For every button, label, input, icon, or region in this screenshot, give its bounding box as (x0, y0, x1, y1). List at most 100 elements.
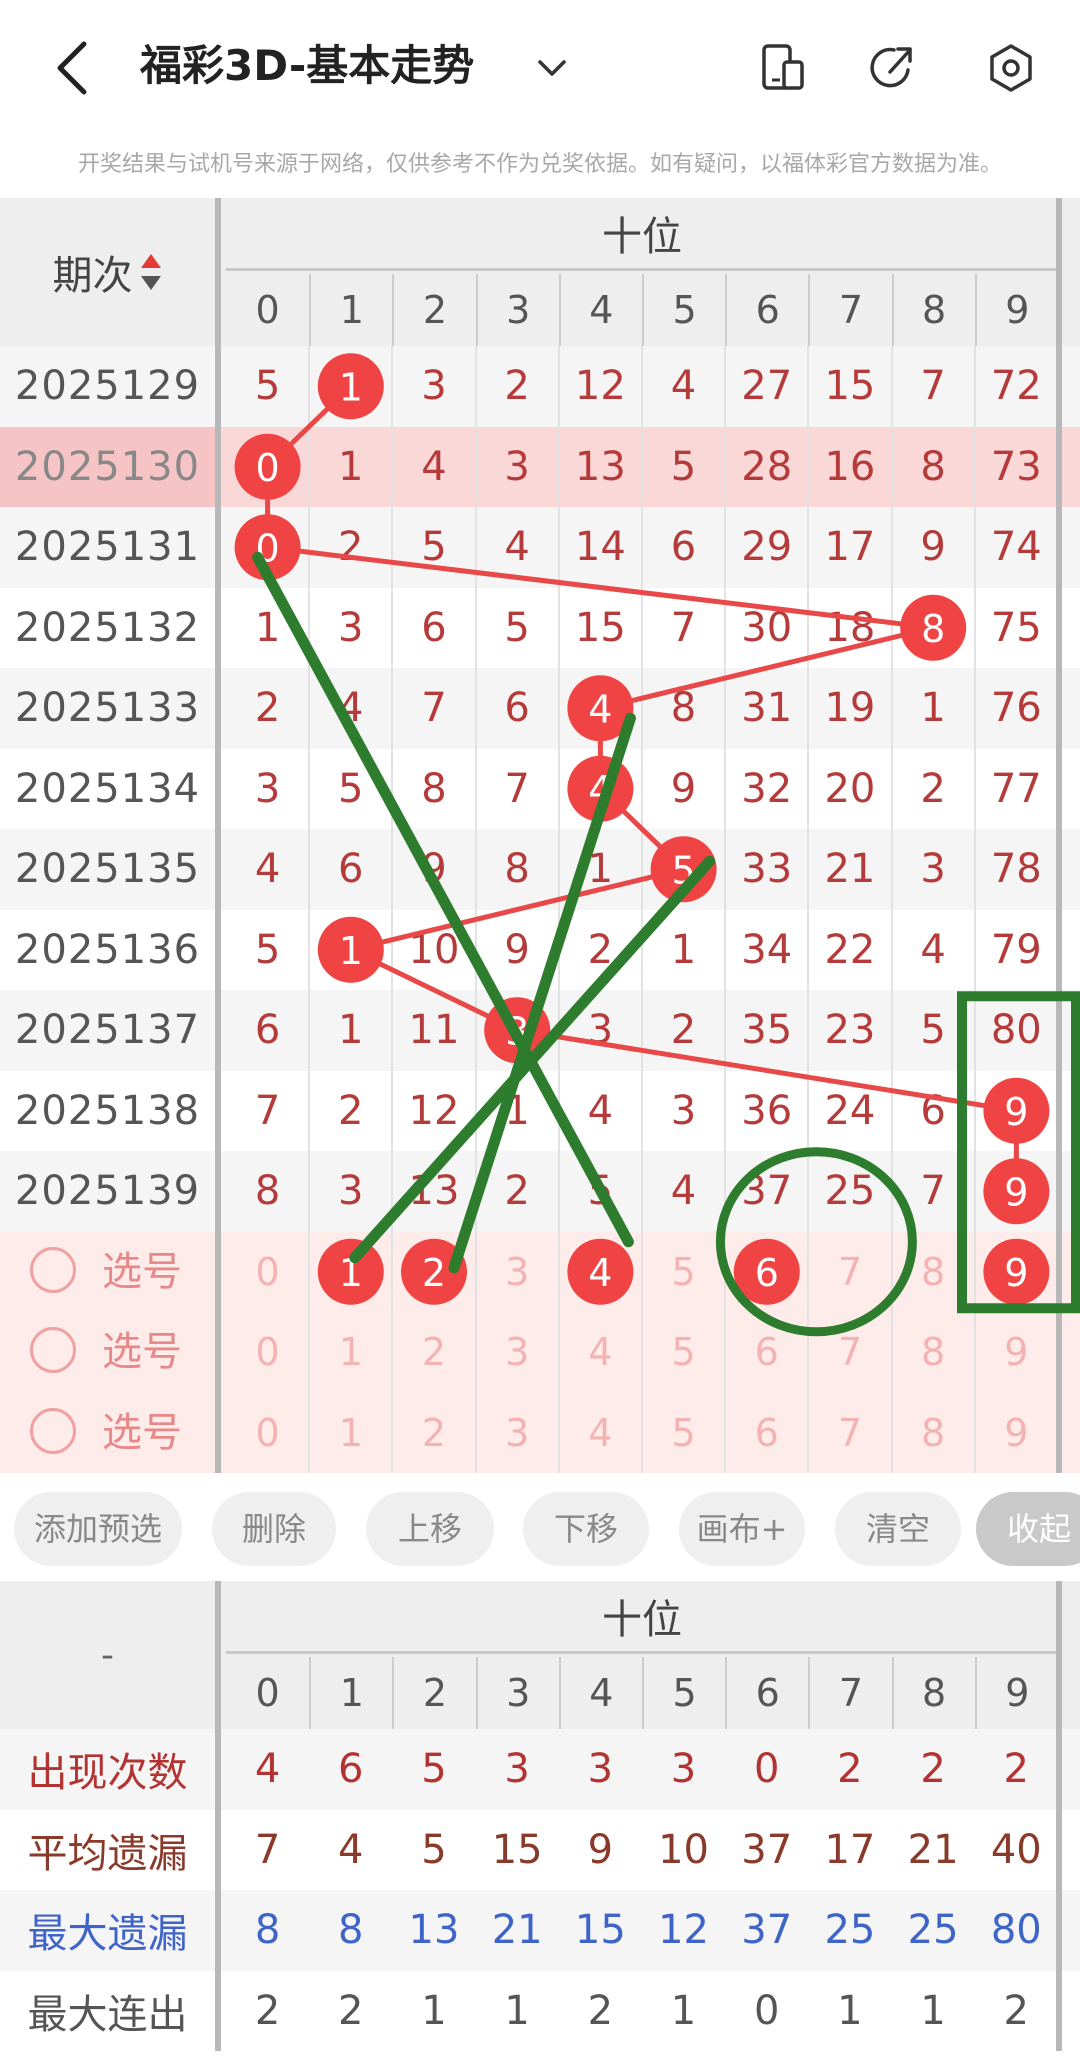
select-digit-3[interactable]: 3 (476, 1312, 559, 1393)
digit-header-6: 6 (725, 274, 808, 346)
omission-cell: 21 (824, 846, 876, 893)
stats-cell: 15 (574, 1907, 626, 1954)
select-radio[interactable] (30, 1407, 76, 1454)
select-digit-7[interactable]: 7 (808, 1393, 891, 1474)
select-digit-3[interactable]: 3 (476, 1232, 559, 1313)
stats-label: 最大连出 (27, 1991, 188, 2038)
omission-cell: 7 (670, 604, 697, 651)
omission-cell: 12 (574, 363, 626, 410)
omission-cell: 27 (741, 363, 793, 410)
select-row: 选号0123456789 (0, 1231, 1080, 1313)
select-digit-0[interactable]: 0 (226, 1393, 309, 1474)
stats-cell: 3 (587, 1746, 614, 1793)
select-digit-1[interactable]: 1 (309, 1312, 392, 1393)
stats-cell: 7 (254, 1826, 281, 1873)
stats-digit-header-row: 0123456789 (226, 1657, 1058, 1729)
add-preselect-button[interactable]: 添加预选 (14, 1492, 182, 1566)
select-digit-8[interactable]: 8 (892, 1393, 975, 1474)
tens-group-header: 十位 (226, 198, 1058, 271)
omission-cell: 5 (670, 443, 697, 490)
omission-cell: 8 (421, 765, 447, 812)
table-row: 202513651109213422479 (0, 909, 1080, 990)
omission-cell: 2 (587, 926, 614, 973)
omission-cell: 7 (421, 685, 447, 732)
omission-cell: 5 (338, 765, 364, 812)
omission-cell: 17 (824, 524, 876, 571)
select-digit-0[interactable]: 0 (226, 1232, 309, 1313)
stats-cell: 37 (741, 1907, 793, 1954)
stats-cell: 15 (491, 1826, 543, 1873)
table-row: 202512951321242715772 (0, 346, 1080, 427)
omission-cell: 20 (824, 765, 876, 812)
omission-cell: 9 (504, 926, 530, 973)
sort-icon[interactable] (139, 250, 163, 294)
share-icon[interactable] (868, 40, 918, 96)
device-icon[interactable] (758, 40, 808, 96)
select-digit-5[interactable]: 5 (642, 1232, 725, 1313)
select-digit-8[interactable]: 8 (892, 1232, 975, 1313)
select-digit-2[interactable]: 2 (392, 1393, 475, 1474)
move-down-button[interactable]: 下移 (523, 1492, 649, 1566)
select-digit-9[interactable]: 9 (975, 1393, 1058, 1474)
chevron-down-icon[interactable] (532, 48, 572, 88)
omission-cell: 16 (824, 443, 876, 490)
omission-cell: 6 (504, 685, 530, 732)
omission-cell: 18 (824, 604, 876, 651)
settings-hex-icon[interactable] (986, 40, 1036, 96)
omission-cell: 19 (824, 685, 876, 732)
omission-cell: 1 (254, 604, 281, 651)
stats-cell: 4 (254, 1746, 281, 1793)
back-arrow-icon[interactable] (48, 38, 98, 98)
digit-header-9: 9 (974, 1657, 1058, 1729)
select-digit-2[interactable]: 2 (392, 1312, 475, 1393)
select-label: 选号 (102, 1248, 182, 1295)
digit-header-2: 2 (392, 1657, 475, 1729)
omission-cell: 7 (504, 765, 530, 812)
select-radio[interactable] (30, 1327, 76, 1373)
delete-button[interactable]: 删除 (212, 1492, 336, 1566)
select-digit-5[interactable]: 5 (642, 1312, 725, 1393)
select-digit-0[interactable]: 0 (226, 1312, 309, 1393)
select-digit-9[interactable]: 9 (975, 1312, 1058, 1393)
select-digit-6[interactable]: 6 (725, 1393, 808, 1474)
omission-cell: 23 (824, 1007, 876, 1054)
data-source-notice: 开奖结果与试机号来源于网络，仅供参考不作为兑奖依据。如有疑问，以福体彩官方数据为… (77, 152, 1002, 177)
select-digit-7[interactable]: 7 (808, 1312, 891, 1393)
issue-number: 2025133 (14, 685, 201, 732)
omission-cell: 4 (587, 1087, 614, 1134)
page-title[interactable]: 福彩3D-基本走势 (140, 36, 474, 96)
collapse-button[interactable]: 收起 (976, 1492, 1080, 1566)
stats-cell: 4 (338, 1826, 364, 1873)
issue-number: 2025139 (14, 1168, 201, 1215)
digit-header-1: 1 (309, 274, 392, 346)
omission-cell: 1 (338, 443, 364, 490)
select-digit-4[interactable]: 4 (559, 1393, 642, 1474)
select-digit-1[interactable]: 1 (309, 1393, 392, 1474)
issue-column-header[interactable]: 期次 (0, 198, 215, 346)
stats-issue-separator (215, 1581, 221, 2051)
digit-header-9: 9 (974, 274, 1058, 346)
omission-cell: 6 (254, 1007, 281, 1054)
omission-cell: 6 (920, 1087, 946, 1134)
omission-cell: 5 (254, 363, 281, 410)
issue-number: 2025135 (14, 846, 201, 893)
table-row: 20251387212143362469 (0, 1070, 1080, 1151)
canvas-button[interactable]: 画布+ (679, 1492, 805, 1566)
omission-cell: 30 (741, 604, 793, 651)
select-radio[interactable] (30, 1246, 76, 1293)
omission-cell: 8 (670, 685, 697, 732)
stats-cell: 2 (837, 1746, 863, 1793)
stats-cell: 80 (990, 1907, 1042, 1954)
select-digit-5[interactable]: 5 (642, 1393, 725, 1474)
select-digit-8[interactable]: 8 (892, 1312, 975, 1393)
omission-cell: 2 (338, 1087, 364, 1134)
select-digit-6[interactable]: 6 (725, 1312, 808, 1393)
move-up-button[interactable]: 上移 (366, 1492, 494, 1566)
issue-separator (215, 198, 221, 1473)
stats-cell: 12 (658, 1907, 709, 1954)
clear-button[interactable]: 清空 (835, 1492, 961, 1566)
select-digit-7[interactable]: 7 (808, 1232, 891, 1313)
select-digit-4[interactable]: 4 (559, 1312, 642, 1393)
select-digit-3[interactable]: 3 (476, 1393, 559, 1474)
stats-cell: 1 (421, 1987, 447, 2034)
